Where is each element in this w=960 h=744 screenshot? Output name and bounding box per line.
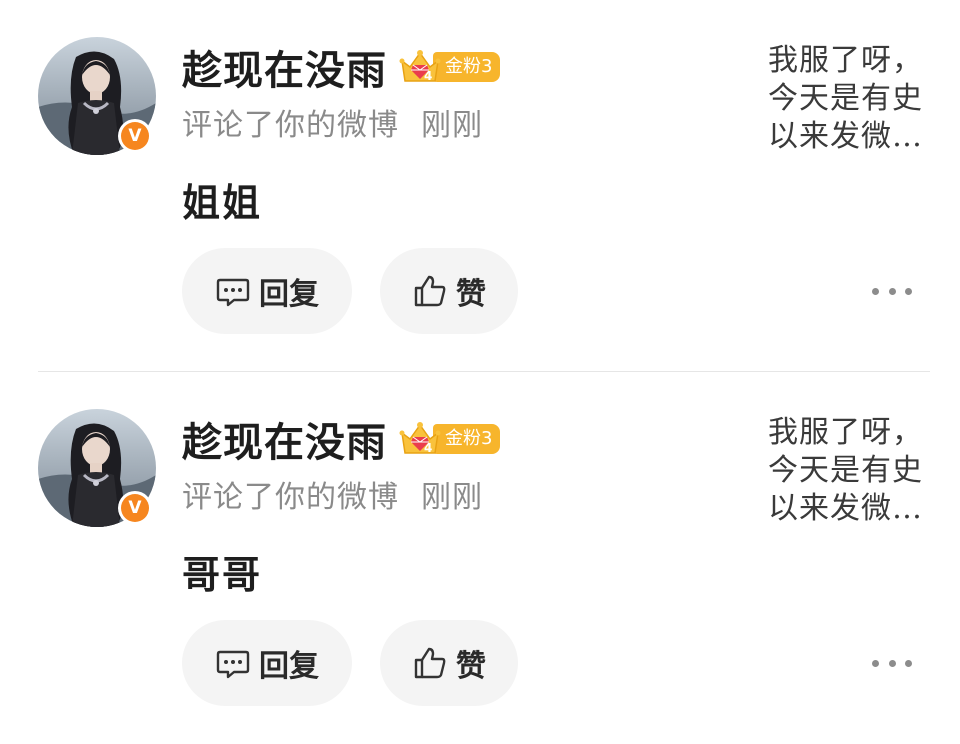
dot — [888, 659, 896, 667]
meta-line: 评论了你的微博 刚刚 — [182, 472, 483, 516]
like-label: 赞 — [456, 649, 486, 684]
action-text: 评论了你的微博 — [182, 480, 399, 515]
reply-button[interactable]: 回复 — [182, 620, 352, 706]
timestamp: 刚刚 — [421, 108, 483, 143]
dot — [905, 287, 912, 295]
reply-label: 回复 — [259, 277, 319, 312]
preview-line: 我服了呀， — [768, 415, 923, 450]
reply-button[interactable]: 回复 — [182, 248, 352, 334]
badge-level: 4 — [424, 441, 432, 455]
preview-line: 以来发微… — [768, 491, 923, 526]
reply-label: 回复 — [259, 649, 319, 684]
preview-line: 今天是有史 — [768, 453, 923, 488]
thumbs-up-icon — [414, 275, 446, 307]
dot — [905, 659, 912, 667]
action-text: 评论了你的微博 — [182, 108, 399, 143]
thumbs-up-icon — [414, 647, 446, 679]
comment-bubble-icon — [216, 278, 250, 307]
verified-badge: V — [118, 119, 152, 153]
dot — [872, 287, 879, 295]
notification-item[interactable]: V 趁现在没雨 4 金粉3 评论了你的微博 刚刚 姐姐 回复 赞 我服了呀， 今… — [0, 0, 960, 372]
username[interactable]: 趁现在没雨 — [182, 410, 387, 468]
badge-label: 金粉3 — [433, 424, 501, 454]
post-preview[interactable]: 我服了呀， 今天是有史 以来发微… — [768, 414, 936, 528]
like-label: 赞 — [456, 277, 486, 312]
crown-icon: 4 — [399, 50, 441, 83]
timestamp: 刚刚 — [421, 480, 483, 515]
comment-bubble-icon — [216, 650, 250, 679]
verified-badge: V — [118, 491, 152, 525]
badge-level: 4 — [424, 69, 432, 83]
post-preview[interactable]: 我服了呀， 今天是有史 以来发微… — [768, 42, 936, 156]
like-button[interactable]: 赞 — [380, 248, 518, 334]
badge-label: 金粉3 — [433, 52, 501, 82]
fan-badge[interactable]: 4 金粉3 — [399, 421, 501, 457]
dot — [888, 287, 896, 295]
preview-line: 我服了呀， — [768, 43, 923, 78]
verified-v-icon: V — [121, 122, 149, 150]
name-row: 趁现在没雨 4 金粉3 — [182, 42, 501, 94]
name-row: 趁现在没雨 4 金粉3 — [182, 414, 501, 466]
comment-text: 姐姐 — [182, 180, 263, 225]
username[interactable]: 趁现在没雨 — [182, 38, 387, 96]
meta-line: 评论了你的微博 刚刚 — [182, 100, 483, 144]
more-dots-icon[interactable] — [872, 655, 912, 671]
more-dots-icon[interactable] — [872, 283, 912, 299]
verified-v-icon: V — [121, 494, 149, 522]
comment-text: 哥哥 — [182, 552, 263, 597]
like-button[interactable]: 赞 — [380, 620, 518, 706]
preview-line: 今天是有史 — [768, 81, 923, 116]
dot — [872, 659, 879, 667]
fan-badge[interactable]: 4 金粉3 — [399, 49, 501, 85]
preview-line: 以来发微… — [768, 119, 923, 154]
notification-item[interactable]: V 趁现在没雨 4 金粉3 评论了你的微博 刚刚 哥哥 回复 赞 我服了呀， 今… — [0, 372, 960, 744]
crown-icon: 4 — [399, 422, 441, 455]
